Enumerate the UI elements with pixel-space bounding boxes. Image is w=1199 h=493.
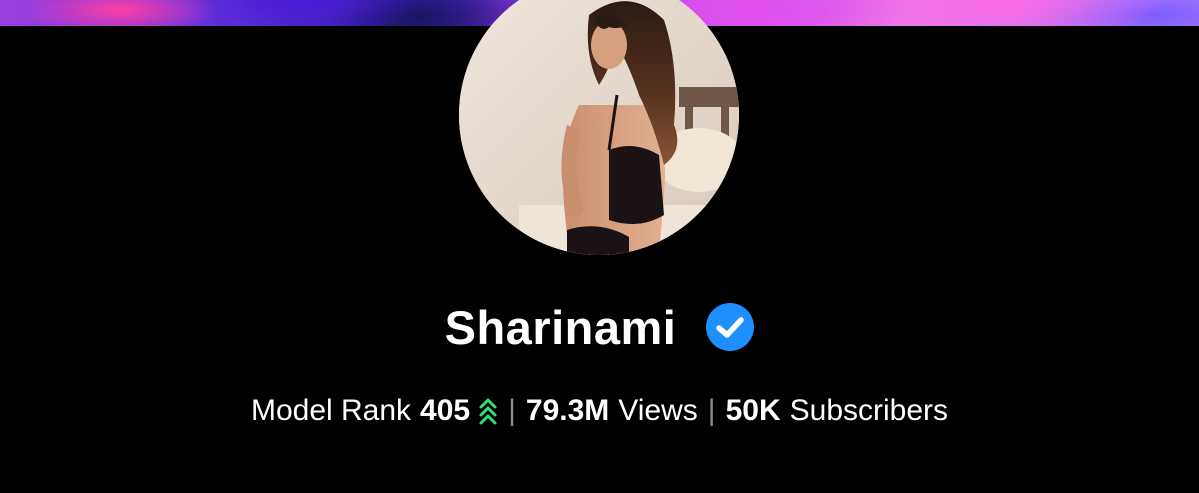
stats-separator: | <box>707 394 716 427</box>
stats-separator: | <box>508 394 516 427</box>
views-label: Views <box>618 394 698 427</box>
rank-label: Model Rank <box>250 394 412 427</box>
subscribers-value: 50K <box>725 394 781 427</box>
double-chevron-up-icon <box>478 396 498 426</box>
subscribers-label: Subscribers <box>789 394 949 427</box>
rank-value: 405 <box>420 394 471 427</box>
verified-badge-icon <box>706 303 755 351</box>
profile-header: Sharinami Model Rank 405 | 79.3M Views |… <box>0 0 1199 493</box>
avatar-photo <box>459 0 739 255</box>
profile-stats: Model Rank 405 | 79.3M Views | 50K Subsc… <box>0 388 1199 434</box>
name-row: Sharinami <box>0 296 1199 358</box>
profile-name[interactable]: Sharinami <box>445 300 677 355</box>
avatar[interactable] <box>459 0 739 255</box>
views-value: 79.3M <box>525 394 610 427</box>
